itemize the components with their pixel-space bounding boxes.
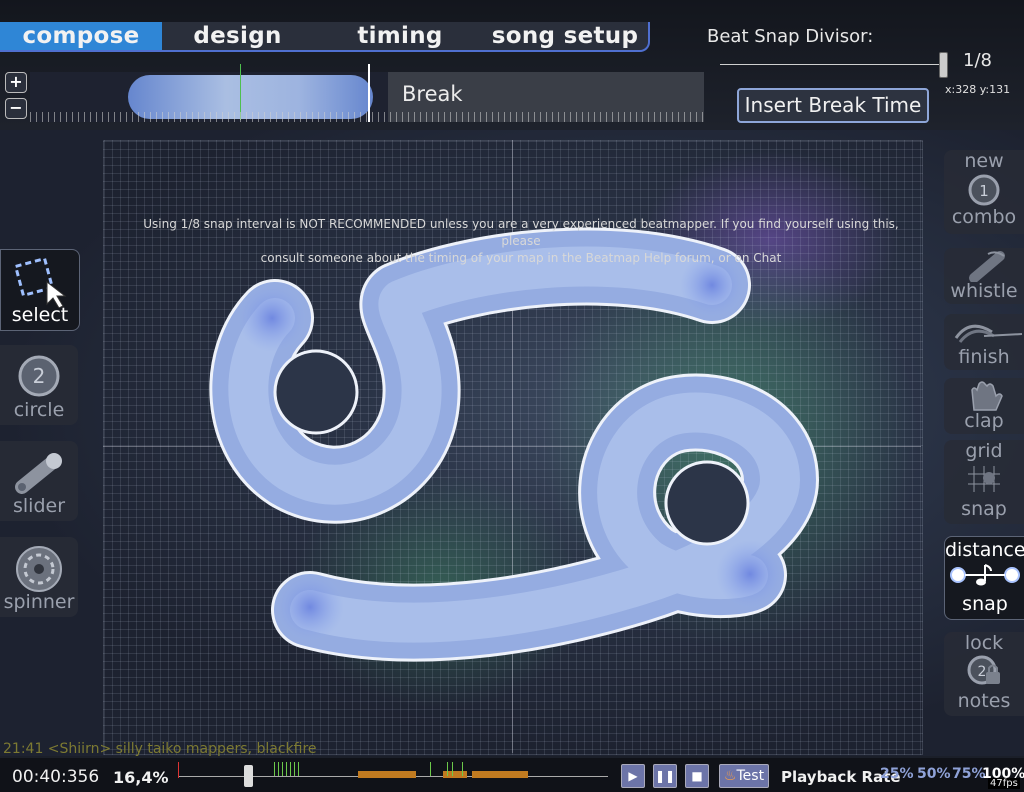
seek-kiai-marker: [282, 762, 283, 776]
chat-line: 21:41 <Shiirn> silly taiko mappers, blac…: [3, 741, 317, 757]
tool-slider[interactable]: slider: [0, 441, 78, 521]
tool-label: spinner: [3, 591, 75, 613]
toggle-label: notes: [957, 690, 1011, 712]
hit-circle-icon: 2: [18, 355, 60, 397]
toggle-grid-snap[interactable]: grid snap: [944, 440, 1024, 524]
current-time: 00:40:356: [12, 767, 100, 787]
tool-label: slider: [12, 495, 66, 517]
toggle-whistle[interactable]: whistle: [944, 248, 1024, 304]
toggle-label: snap: [962, 593, 1008, 615]
slider-head[interactable]: [238, 284, 306, 352]
tool-select[interactable]: select: [0, 249, 80, 331]
seek-break-section: [358, 771, 416, 778]
circle-number: 2: [33, 364, 46, 388]
toggle-label: lock: [964, 632, 1004, 654]
seek-kiai-marker: [294, 762, 295, 776]
playback-rate-50[interactable]: 50%: [917, 766, 951, 782]
snap-warning-line: Using 1/8 snap interval is NOT RECOMMEND…: [143, 217, 899, 248]
select-icon: [13, 256, 67, 308]
toggle-label: distance: [945, 539, 1024, 561]
flame-icon: ♨: [723, 768, 737, 784]
playback-rate-75[interactable]: 75%: [952, 766, 986, 782]
toggle-label: new: [964, 150, 1004, 172]
seek-kiai-marker: [462, 762, 463, 776]
toggle-label: clap: [964, 410, 1004, 432]
tool-label: select: [11, 304, 69, 326]
test-button[interactable]: ♨Test: [719, 764, 769, 788]
playback-rate-25[interactable]: 25%: [880, 766, 914, 782]
song-progress-percent: 16,4%: [113, 768, 169, 787]
seek-kiai-marker: [274, 762, 275, 776]
toggle-label: snap: [961, 498, 1007, 520]
stop-button[interactable]: ■: [685, 764, 709, 788]
seek-kiai-marker: [447, 762, 448, 776]
toggle-new-combo[interactable]: new 1 combo: [944, 150, 1024, 234]
grid-snap-icon: [968, 466, 1000, 492]
finish-cymbal-icon: [954, 324, 1023, 343]
seek-kiai-marker: [278, 762, 279, 776]
tool-spinner[interactable]: spinner: [0, 537, 78, 617]
toggle-label: grid: [965, 440, 1003, 462]
slider-icon: [15, 453, 62, 494]
toggle-lock-notes[interactable]: lock 2 notes: [944, 632, 1024, 716]
clap-hand-icon: [971, 381, 1003, 411]
lock-icon: 2: [967, 655, 1000, 685]
toggle-finish[interactable]: finish: [944, 314, 1024, 370]
seek-kiai-marker: [298, 762, 299, 776]
test-label: Test: [736, 768, 765, 784]
seek-kiai-marker: [452, 762, 453, 776]
slider-head[interactable]: [276, 573, 344, 641]
svg-text:2: 2: [978, 664, 987, 680]
fps-counter: 47fps: [988, 778, 1020, 789]
tool-label: circle: [13, 399, 65, 421]
seek-thumb[interactable]: [244, 765, 253, 787]
slider-objects: [209, 227, 819, 662]
play-button[interactable]: ▶: [621, 764, 645, 788]
toggle-label: combo: [951, 206, 1017, 228]
snap-warning-line: consult someone about the timing of your…: [260, 251, 782, 265]
new-combo-icon: 1: [968, 174, 1000, 206]
distance-snap-icon: [950, 564, 1020, 586]
toggle-clap[interactable]: clap: [944, 378, 1024, 434]
pause-button[interactable]: ❚❚: [653, 764, 677, 788]
snap-warning-text: Using 1/8 snap interval is NOT RECOMMEND…: [130, 216, 912, 267]
toggle-distance-snap[interactable]: distance snap: [944, 536, 1024, 620]
toggle-label: finish: [958, 346, 1010, 368]
spinner-icon: [16, 546, 62, 592]
whistle-icon: [969, 251, 1005, 282]
svg-text:1: 1: [979, 182, 989, 200]
seek-kiai-marker: [286, 762, 287, 776]
tool-circle[interactable]: 2 circle: [0, 345, 78, 425]
seek-kiai-marker: [290, 762, 291, 776]
seek-break-section: [472, 771, 528, 778]
toggle-label: whistle: [950, 280, 1018, 302]
seek-kiai-marker: [430, 762, 431, 776]
seek-preview-marker: [178, 762, 179, 778]
slider-tail[interactable]: [716, 540, 784, 608]
